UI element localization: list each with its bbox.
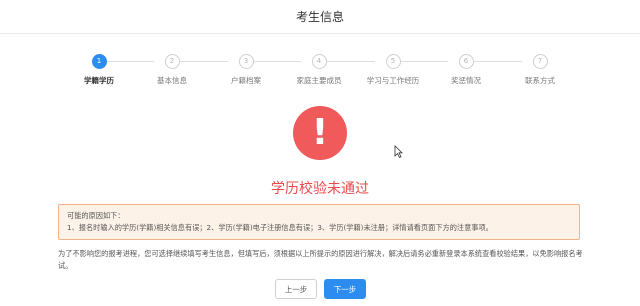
result-title: 学历校验未通过 [271, 181, 369, 197]
mouse-cursor-icon [394, 145, 403, 158]
error-exclamation-icon: ! [293, 106, 347, 160]
reason-heading: 可能的原因如下： [67, 211, 125, 220]
step-number: 2 [164, 54, 180, 69]
step-label: 联系方式 [525, 76, 555, 85]
reason-alert: 可能的原因如下： 1、报名时输入的学历(学籍)相关信息有误；2、学历(学籍)电子… [58, 204, 580, 240]
previous-step-button[interactable]: 上一步 [275, 279, 317, 299]
step-number: 1 [91, 54, 107, 69]
notice-text: 为了不影响您的报考进程，您可选择继续填写考生信息，但填写后，须根据以上所提示的原… [58, 249, 583, 270]
reason-text: 1、报名时输入的学历(学籍)相关信息有误；2、学历(学籍)电子注册信息有误；3、… [67, 223, 493, 232]
step-number: 3 [238, 54, 254, 69]
step-number: 6 [458, 54, 474, 69]
page-header: 考生信息 [0, 0, 640, 34]
page-title: 考生信息 [295, 10, 344, 24]
next-step-button[interactable]: 下一步 [324, 279, 366, 299]
step-number: 4 [311, 54, 327, 69]
progress-steps: 1 学籍学历 2 基本信息 3 户籍档案 4 家庭主要成员 5 学习与工作经历 … [0, 54, 640, 90]
step-number: 7 [532, 54, 548, 69]
step-number: 5 [385, 54, 401, 69]
step-7[interactable]: 7 联系方式 [495, 54, 585, 86]
